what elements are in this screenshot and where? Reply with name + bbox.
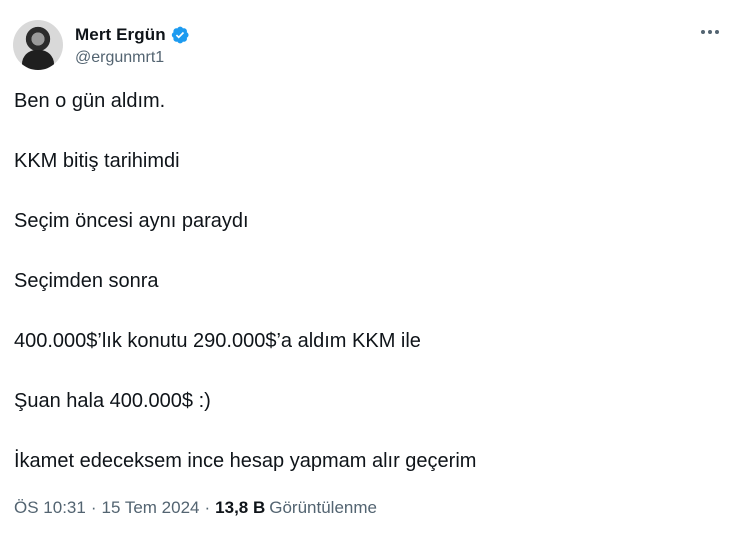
- verified-badge-icon[interactable]: [170, 25, 190, 45]
- tweet-line: İkamet edeceksem ince hesap yapmam alır …: [14, 450, 477, 472]
- tweet-line: Seçimden sonra: [14, 270, 159, 292]
- tweet-meta: ÖS 10:31 · 15 Tem 2024 · 13,8 B Görüntül…: [14, 498, 377, 518]
- tweet-time[interactable]: ÖS 10:31: [14, 498, 86, 518]
- views-label: Görüntülenme: [269, 498, 377, 517]
- name-row: Mert Ergün: [75, 24, 190, 46]
- tweet-line: Şuan hala 400.000$ :): [14, 390, 211, 412]
- views-count[interactable]: 13,8 B: [215, 498, 265, 518]
- avatar[interactable]: [13, 20, 63, 70]
- tweet-header: Mert Ergün @ergunmrt1: [13, 20, 190, 70]
- meta-separator: ·: [90, 498, 97, 517]
- author-handle[interactable]: @ergunmrt1: [75, 49, 190, 67]
- tweet-text: Ben o gün aldım. KKM bitiş tarihimdi Seç…: [14, 89, 729, 473]
- tweet-line: 400.000$’lık konutu 290.000$’a aldım KKM…: [14, 330, 421, 352]
- more-options-icon[interactable]: [698, 20, 722, 44]
- tweet-line: Ben o gün aldım.: [14, 90, 166, 112]
- tweet-line: KKM bitiş tarihimdi: [14, 150, 180, 172]
- tweet-card: Mert Ergün @ergunmrt1 Ben o gün aldım. K…: [0, 0, 744, 541]
- tweet-date[interactable]: 15 Tem 2024: [102, 498, 200, 518]
- display-name[interactable]: Mert Ergün: [75, 25, 166, 45]
- tweet-line: Seçim öncesi aynı paraydı: [14, 210, 249, 232]
- author-info: Mert Ergün @ergunmrt1: [75, 24, 190, 67]
- meta-separator: ·: [204, 498, 211, 517]
